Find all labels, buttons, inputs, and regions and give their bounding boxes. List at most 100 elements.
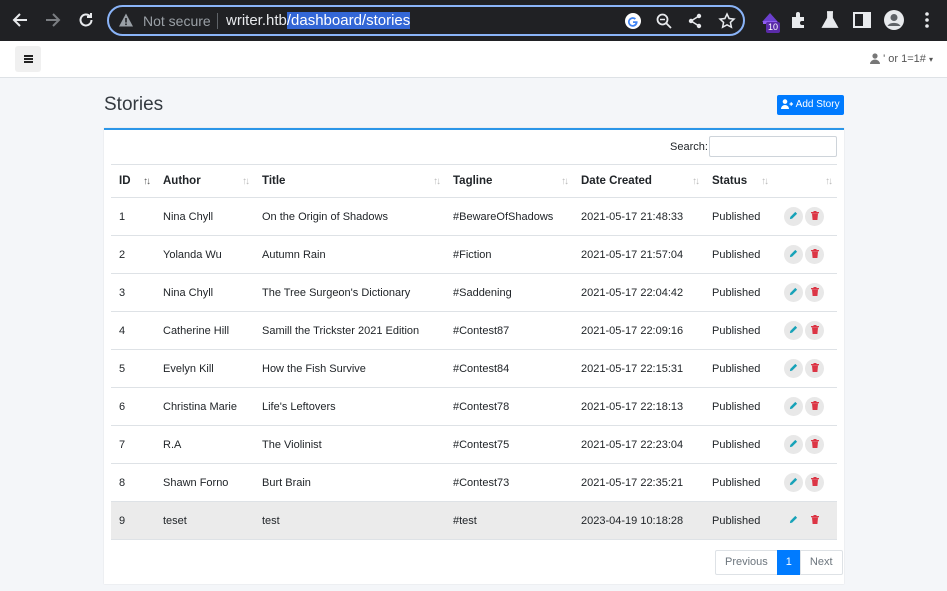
column-header-tagline[interactable]: Tagline ↑↓	[445, 164, 573, 198]
delete-trash-icon[interactable]	[805, 283, 824, 302]
table-row: 6 Christina Marie Life's Leftovers #Contest…	[111, 387, 837, 426]
edit-pencil-icon[interactable]	[784, 359, 803, 378]
page-1-button[interactable]: 1	[776, 550, 801, 575]
column-header-date-created[interactable]: Date Created ↑↓	[573, 164, 704, 198]
cell-tagline: #Saddening	[445, 273, 573, 312]
cell-author: Catherine Hill	[155, 311, 254, 350]
cell-actions	[773, 387, 837, 426]
cell-status: Published	[704, 197, 773, 236]
table-header-row: ID ↑↓ Author ↑↓ Title ↑↓ Tagline ↑↓ Date Cre…	[111, 164, 837, 198]
delete-trash-icon[interactable]	[805, 245, 824, 264]
delete-trash-icon[interactable]	[805, 397, 824, 416]
user-dropdown[interactable]: ' or 1=1# ▾	[870, 53, 933, 65]
cell-title: The Tree Surgeon's Dictionary	[254, 273, 445, 312]
forward-icon[interactable]	[41, 8, 65, 32]
search-label: Search:	[670, 141, 708, 153]
cell-title: The Violinist	[254, 425, 445, 464]
back-icon[interactable]	[8, 8, 32, 32]
cell-title: Burt Brain	[254, 463, 445, 502]
cell-status: Published	[704, 311, 773, 350]
delete-trash-icon[interactable]	[805, 473, 824, 492]
delete-trash-icon[interactable]	[805, 511, 824, 530]
add-story-button[interactable]: Add Story	[777, 95, 844, 115]
cell-status: Published	[704, 273, 773, 312]
previous-page-button[interactable]: Previous	[715, 550, 778, 575]
address-bar[interactable]: Not secure writer.htb/dashboard/stories	[107, 5, 745, 36]
url-text[interactable]: writer.htb/dashboard/stories	[226, 12, 411, 29]
cell-actions	[773, 197, 837, 236]
delete-trash-icon[interactable]	[805, 321, 824, 340]
edit-pencil-icon[interactable]	[784, 245, 803, 264]
search-input[interactable]	[709, 136, 837, 157]
cell-actions	[773, 349, 837, 388]
extension-badge: 10	[766, 22, 781, 33]
extensions-puzzle-icon[interactable]	[788, 9, 810, 31]
cell-author: teset	[155, 501, 254, 540]
cell-id: 2	[111, 235, 155, 274]
table-row: 9 teset test #test 2023-04-19 10:18:28 Publis…	[111, 501, 837, 540]
cell-date-created: 2021-05-17 22:23:04	[573, 425, 704, 464]
cell-tagline: #BewareOfShadows	[445, 197, 573, 236]
labs-flask-icon[interactable]	[819, 9, 841, 31]
edit-pencil-icon[interactable]	[784, 283, 803, 302]
cell-tagline: #Contest78	[445, 387, 573, 426]
cell-actions	[773, 273, 837, 312]
cell-actions	[773, 425, 837, 464]
edit-pencil-icon[interactable]	[784, 473, 803, 492]
next-page-button[interactable]: Next	[799, 550, 843, 575]
cell-tagline: #Contest75	[445, 425, 573, 464]
cell-id: 4	[111, 311, 155, 350]
edit-pencil-icon[interactable]	[784, 321, 803, 340]
table-row: 4 Catherine Hill Samill the Trickster 2021…	[111, 311, 837, 350]
cell-author: Evelyn Kill	[155, 349, 254, 388]
delete-trash-icon[interactable]	[805, 359, 824, 378]
user-name: ' or 1=1#	[883, 53, 926, 65]
column-header-author[interactable]: Author ↑↓	[155, 164, 254, 198]
cell-tagline: #test	[445, 501, 573, 540]
hamburger-menu-icon[interactable]	[15, 46, 41, 72]
sort-icon: ↑↓	[825, 176, 833, 187]
cell-id: 7	[111, 425, 155, 464]
column-header-status[interactable]: Status ↑↓	[704, 164, 773, 198]
cell-author: Shawn Forno	[155, 463, 254, 502]
page-title: Stories	[104, 94, 164, 115]
share-icon[interactable]	[686, 12, 704, 30]
bookmark-star-icon[interactable]	[718, 12, 736, 30]
column-header-title[interactable]: Title ↑↓	[254, 164, 445, 198]
google-icon[interactable]	[624, 12, 642, 30]
sort-icon: ↑↓	[692, 176, 700, 187]
zoom-icon[interactable]	[655, 12, 673, 30]
profile-avatar-icon[interactable]	[883, 9, 905, 31]
delete-trash-icon[interactable]	[805, 207, 824, 226]
cell-author: Christina Marie	[155, 387, 254, 426]
stories-table: ID ↑↓ Author ↑↓ Title ↑↓ Tagline ↑↓ Date Cre…	[111, 164, 837, 540]
edit-pencil-icon[interactable]	[784, 397, 803, 416]
cell-title: Life's Leftovers	[254, 387, 445, 426]
cell-date-created: 2021-05-17 22:15:31	[573, 349, 704, 388]
edit-pencil-icon[interactable]	[784, 511, 803, 530]
side-panel-icon[interactable]	[851, 9, 873, 31]
cell-tagline: #Contest73	[445, 463, 573, 502]
cell-date-created: 2021-05-17 22:04:42	[573, 273, 704, 312]
sort-icon: ↑↓	[242, 176, 250, 187]
warning-icon[interactable]	[118, 12, 134, 28]
reload-icon[interactable]	[74, 8, 98, 32]
stories-card: Search: ID ↑↓ Author ↑↓ Title ↑↓ Tagline ↑↓ …	[104, 128, 844, 584]
column-header-id[interactable]: ID ↑↓	[111, 164, 155, 198]
user-icon	[870, 53, 881, 64]
cell-tagline: #Contest87	[445, 311, 573, 350]
cell-id: 9	[111, 501, 155, 540]
kebab-menu-icon[interactable]	[916, 9, 938, 31]
table-row: 3 Nina Chyll The Tree Surgeon's Dictionary…	[111, 273, 837, 312]
column-header-actions[interactable]: ↑↓	[773, 164, 837, 198]
cell-date-created: 2021-05-17 21:48:33	[573, 197, 704, 236]
cell-date-created: 2021-05-17 21:57:04	[573, 235, 704, 274]
pagination: Previous 1 Next	[715, 550, 843, 575]
cell-title: On the Origin of Shadows	[254, 197, 445, 236]
edit-pencil-icon[interactable]	[784, 435, 803, 454]
sort-icon: ↑↓	[433, 176, 441, 187]
edit-pencil-icon[interactable]	[784, 207, 803, 226]
delete-trash-icon[interactable]	[805, 435, 824, 454]
cell-id: 8	[111, 463, 155, 502]
cell-status: Published	[704, 349, 773, 388]
